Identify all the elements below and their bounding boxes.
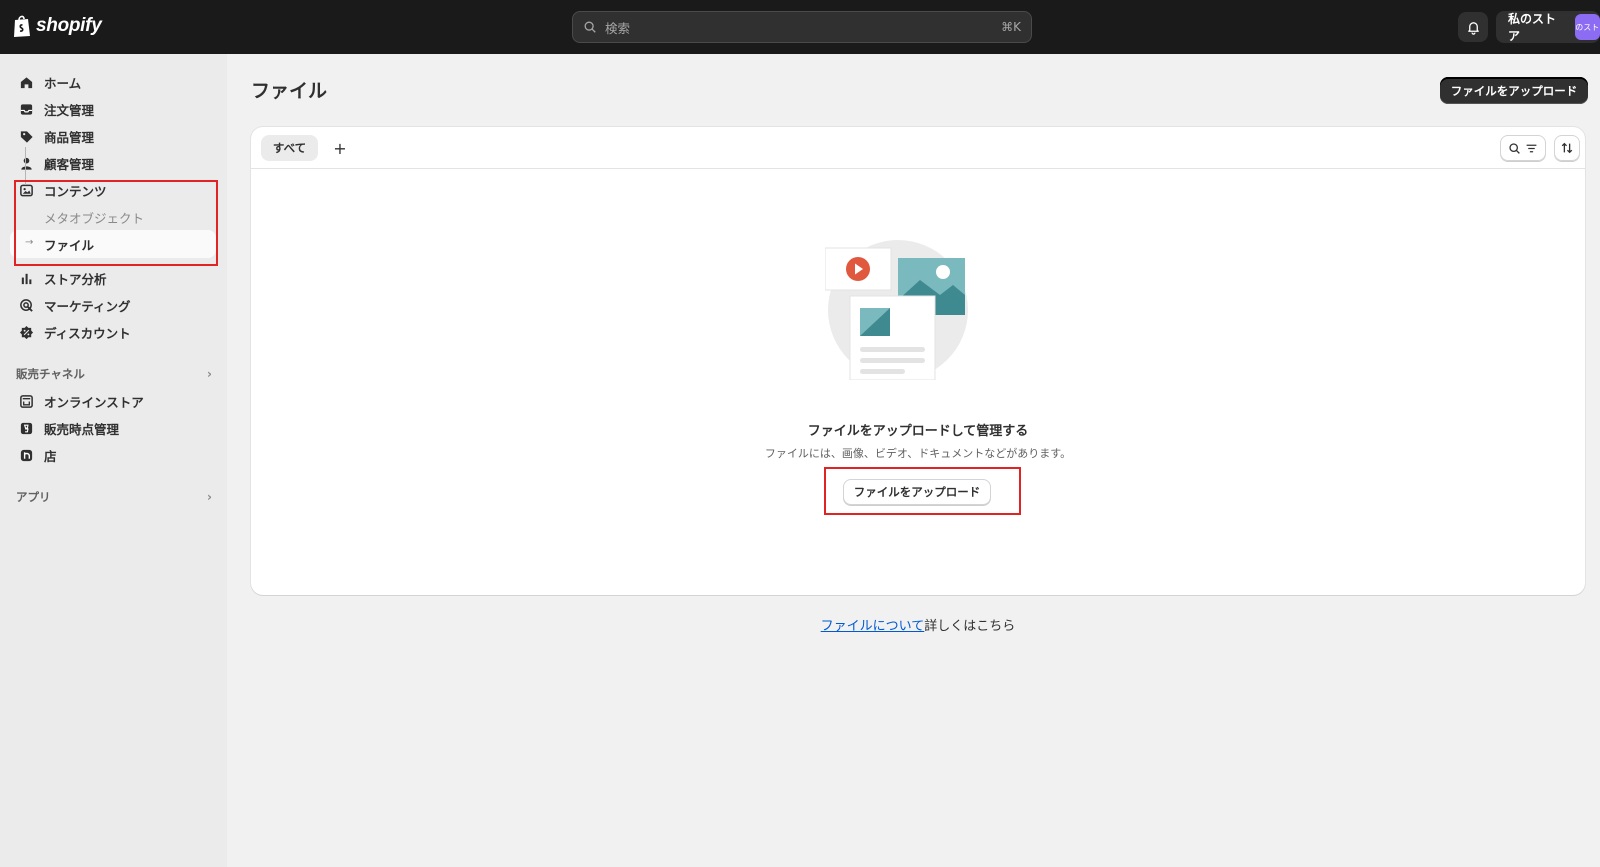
- sidebar-item-files[interactable]: ファイル: [10, 230, 216, 258]
- sidebar-item-label: 商品管理: [44, 129, 95, 145]
- search-filter-button[interactable]: [1500, 135, 1546, 161]
- sidebar-item-shop[interactable]: 店: [10, 442, 216, 468]
- sidebar-item-label: 販売時点管理: [44, 421, 120, 437]
- filter-icon: [1526, 144, 1537, 152]
- target-icon: [18, 297, 34, 313]
- empty-state-description: ファイルには、画像、ビデオ、ドキュメントなどがあります。: [764, 447, 1072, 460]
- learn-more-link[interactable]: ファイルについて: [821, 619, 925, 634]
- notifications-button[interactable]: [1458, 12, 1488, 42]
- sidebar-item-label: ファイル: [44, 237, 95, 253]
- sidebar-item-online-store[interactable]: オンラインストア: [10, 388, 216, 414]
- tree-arrow-icon: →: [25, 237, 34, 248]
- pos-icon: [18, 420, 34, 436]
- content-icon: [18, 182, 34, 198]
- sidebar-item-analytics[interactable]: ストア分析: [10, 265, 216, 291]
- sidebar-item-label: ディスカウント: [44, 325, 131, 341]
- bar-chart-icon: [18, 270, 34, 286]
- sidebar-item-label: ストア分析: [44, 271, 107, 287]
- tab-all[interactable]: すべて: [261, 135, 318, 161]
- sidebar-item-label: 店: [44, 448, 57, 464]
- add-view-button[interactable]: +: [329, 136, 351, 160]
- bell-icon: [1467, 21, 1479, 35]
- sidebar-item-orders[interactable]: 注文管理: [10, 96, 216, 122]
- sidebar-item-label: オンラインストア: [44, 394, 144, 410]
- search-placeholder: 検索: [605, 20, 631, 36]
- inbox-icon: [18, 101, 34, 117]
- discount-icon: [18, 324, 34, 340]
- store-icon: [18, 393, 34, 409]
- sidebar-item-label: メタオブジェクト: [44, 210, 145, 226]
- apps-header[interactable]: アプリ ›: [16, 487, 212, 507]
- shopify-bag-icon: [14, 15, 30, 37]
- search-input[interactable]: 検索 ⌘K: [572, 11, 1032, 43]
- section-label: 販売チャネル: [16, 367, 85, 381]
- sidebar-item-label: マーケティング: [44, 298, 131, 314]
- sidebar-item-pos[interactable]: 販売時点管理: [10, 415, 216, 441]
- sidebar-item-content[interactable]: コンテンツ: [10, 177, 216, 203]
- sidebar-item-products[interactable]: 商品管理: [10, 123, 216, 149]
- sort-icon: [1561, 142, 1573, 154]
- files-empty-illustration: [825, 240, 968, 380]
- help-suffix: 詳しくはこちら: [924, 619, 1016, 634]
- store-name: 私のストア: [1508, 12, 1557, 43]
- shop-app-icon: [18, 447, 34, 463]
- sidebar-item-label: ホーム: [44, 75, 82, 91]
- sidebar-item-label: 顧客管理: [44, 156, 95, 172]
- search-shortcut: ⌘K: [1001, 20, 1021, 34]
- sidebar-item-metaobjects[interactable]: メタオブジェクト: [10, 203, 216, 231]
- search-icon: [584, 21, 596, 33]
- sidebar-item-discounts[interactable]: ディスカウント: [10, 319, 216, 345]
- empty-state-upload-button[interactable]: ファイルをアップロード: [843, 479, 991, 505]
- upload-files-button[interactable]: ファイルをアップロード: [1440, 77, 1588, 104]
- sidebar-item-label: 注文管理: [44, 102, 95, 118]
- section-label: アプリ: [16, 490, 51, 504]
- chevron-right-icon: ›: [207, 367, 212, 381]
- chevron-right-icon: ›: [207, 490, 212, 504]
- shopify-logo[interactable]: shopify: [12, 14, 102, 38]
- sort-button[interactable]: [1554, 135, 1580, 161]
- sidebar-item-label: コンテンツ: [44, 183, 107, 199]
- tree-line: [25, 147, 26, 185]
- top-bar: shopify 検索 ⌘K 私のストア のスト: [0, 0, 1600, 54]
- store-menu-button[interactable]: 私のストア のスト: [1496, 11, 1600, 43]
- tag-icon: [18, 128, 34, 144]
- sales-channels-header[interactable]: 販売チャネル ›: [16, 364, 212, 384]
- page-title: ファイル: [251, 80, 328, 102]
- help-text: ファイルについて詳しくはこちら: [251, 615, 1585, 634]
- files-card: すべて + ファイルをアップロードして管理する ファイルには、画像、ビデオ、ドキ…: [251, 127, 1585, 595]
- tabs-row: すべて +: [251, 127, 1585, 169]
- avatar: のスト: [1574, 14, 1600, 40]
- help-footer: ファイルについて詳しくはこちら: [0, 615, 1600, 634]
- sidebar-item-marketing[interactable]: マーケティング: [10, 292, 216, 318]
- empty-state-title: ファイルをアップロードして管理する: [807, 424, 1029, 439]
- search-icon: [1509, 142, 1520, 154]
- sidebar-item-home[interactable]: ホーム: [10, 69, 216, 95]
- home-icon: [18, 74, 34, 90]
- person-icon: [18, 155, 34, 171]
- shopify-wordmark: shopify: [36, 15, 102, 36]
- sidebar-item-customers[interactable]: 顧客管理: [10, 150, 216, 176]
